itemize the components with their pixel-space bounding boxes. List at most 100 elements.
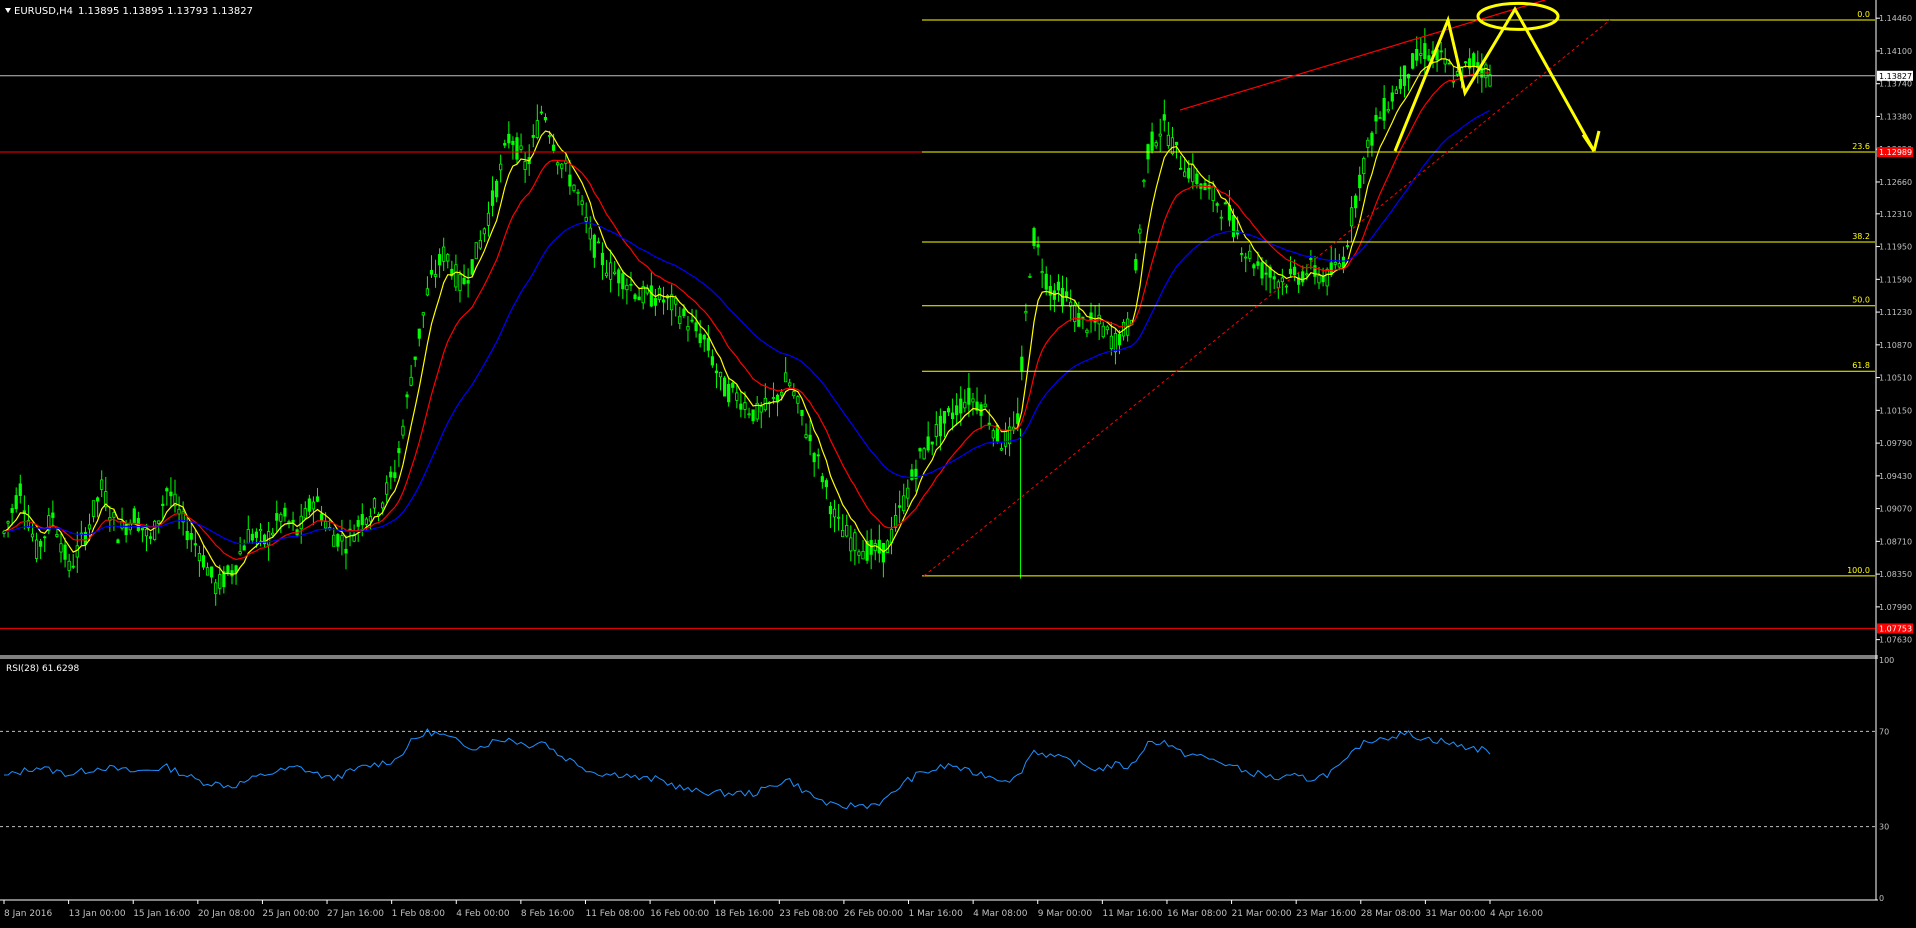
candle-body: [490, 190, 495, 206]
candle-body: [1077, 313, 1081, 327]
candle-body: [861, 551, 865, 560]
candle-body: [397, 448, 401, 454]
time-tick-label: 16 Feb 00:00: [650, 909, 709, 919]
candle-body: [820, 476, 824, 483]
candle-body: [507, 133, 511, 144]
rsi-tick-label: 30: [1879, 823, 1889, 832]
candle-body: [401, 425, 405, 436]
candle-body: [621, 273, 625, 290]
candle-body: [759, 405, 763, 413]
candle-body: [385, 482, 389, 495]
current-price-tag: 1.13827: [1879, 72, 1912, 81]
candle-body: [1191, 164, 1195, 183]
candle-body: [1154, 142, 1158, 147]
candle-body: [784, 372, 788, 383]
price-tick-label: 1.13740: [1879, 80, 1912, 89]
candle-body: [881, 543, 885, 563]
candle-body: [1048, 286, 1052, 296]
candle-body: [1341, 256, 1346, 268]
price-tick-label: 1.14100: [1879, 47, 1912, 56]
candle-body: [1248, 250, 1252, 259]
time-tick-label: 31 Mar 00:00: [1425, 909, 1485, 919]
candle-body: [938, 415, 942, 437]
candle-body: [478, 239, 482, 249]
candle-body: [1305, 273, 1309, 276]
candle-body: [283, 507, 287, 517]
candle-body: [1325, 268, 1329, 287]
time-tick-label: 4 Mar 08:00: [973, 909, 1028, 919]
candle-body: [723, 377, 727, 397]
candle-body: [486, 212, 491, 226]
candle-body: [482, 228, 487, 235]
candle-body: [702, 334, 706, 340]
candle-body: [218, 574, 222, 589]
candle-body: [499, 163, 503, 171]
candle-body: [116, 539, 120, 544]
candle-body: [319, 513, 324, 522]
chart-window[interactable]: 0.0 23.6 38.2 50.0 61.8 100.0 RSI(28) 61.6298…: [0, 0, 1916, 924]
candle-body: [112, 512, 116, 518]
candle-body: [641, 286, 645, 304]
candle-body: [1378, 117, 1382, 119]
price-tick-label: 1.11950: [1879, 243, 1912, 252]
candle-body: [1439, 50, 1443, 53]
candle-body: [1349, 207, 1354, 227]
candle-body: [1345, 245, 1350, 247]
candle-body: [596, 241, 601, 244]
candle-body: [1162, 114, 1166, 121]
price-chart[interactable]: 0.0 23.6 38.2 50.0 61.8 100.0 RSI(28) 61.6298…: [0, 0, 1916, 924]
candle-body: [1231, 215, 1236, 238]
candle-body: [1036, 244, 1040, 248]
candle-body: [906, 487, 910, 499]
candle-body: [1419, 53, 1423, 56]
candle-body: [552, 144, 556, 151]
price-tick-label: 1.10870: [1879, 341, 1912, 350]
candle-body: [580, 200, 584, 205]
candle-body: [690, 319, 694, 322]
candle-body: [413, 356, 417, 360]
candle-body: [1085, 329, 1089, 334]
time-tick-label: 11 Feb 08:00: [585, 909, 644, 919]
time-tick-label: 21 Mar 00:00: [1232, 909, 1292, 919]
candle-body: [197, 553, 202, 562]
candle-body: [637, 296, 641, 301]
candle-body: [845, 524, 849, 537]
time-tick-label: 1 Mar 16:00: [909, 909, 964, 919]
candle-body: [148, 536, 153, 539]
resistance-price-tag: 1.12989: [1879, 148, 1912, 157]
price-tick-label: 1.09790: [1879, 439, 1912, 448]
candle-body: [706, 338, 710, 351]
candle-body: [1117, 333, 1122, 346]
candle-body: [201, 555, 206, 568]
price-tick-label: 1.09070: [1879, 505, 1912, 514]
candle-body: [539, 111, 544, 114]
candle-body: [381, 502, 385, 509]
candle-body: [1174, 141, 1179, 146]
candle-body: [971, 398, 975, 403]
candle-body: [1354, 195, 1358, 209]
candle-body: [922, 448, 926, 460]
candle-body: [682, 308, 686, 317]
candle-body: [356, 520, 360, 527]
support-price-tag: 1.07753: [1879, 624, 1912, 633]
candle-body: [625, 284, 629, 291]
candle-body: [466, 280, 470, 284]
candle-body: [735, 392, 739, 401]
candle-body: [841, 529, 845, 538]
candle-body: [14, 495, 18, 510]
candle-body: [1366, 139, 1370, 148]
candle-body: [59, 543, 63, 553]
candle-body: [853, 532, 857, 551]
rsi-tick-label: 0: [1879, 894, 1884, 903]
candle-body: [230, 570, 234, 577]
candle-body: [238, 551, 242, 555]
candle-body: [144, 528, 149, 537]
candle-body: [1040, 271, 1044, 274]
candle-body: [1451, 80, 1455, 83]
candle-body: [556, 162, 560, 166]
candle-body: [503, 143, 507, 146]
candle-body: [674, 298, 678, 305]
chart-header: EURUSD,H4 1.13895 1.13895 1.13793 1.1382…: [5, 6, 253, 17]
candle-body: [340, 535, 344, 542]
candle-body: [87, 524, 92, 530]
